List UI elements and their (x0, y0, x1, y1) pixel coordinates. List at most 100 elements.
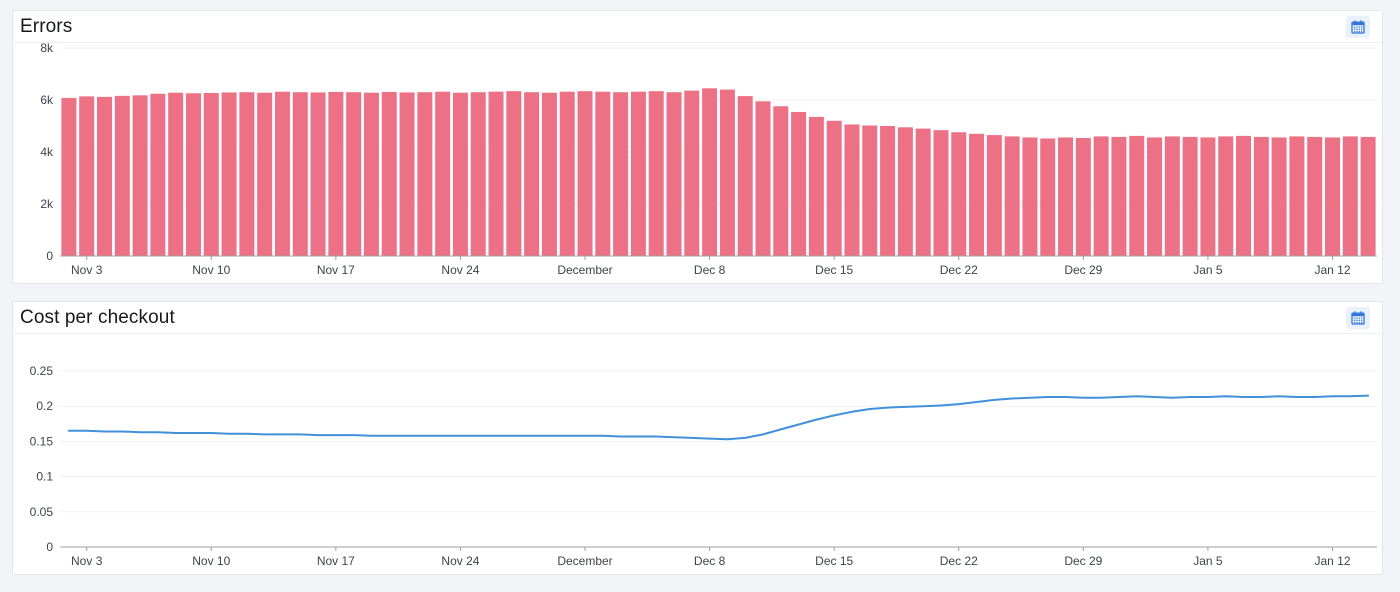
bar[interactable] (1076, 138, 1091, 256)
bar[interactable] (1307, 137, 1322, 256)
bar[interactable] (631, 92, 646, 256)
bar[interactable] (346, 92, 361, 256)
y-tick-label: 0.15 (30, 434, 54, 448)
bar[interactable] (755, 101, 770, 256)
bar[interactable] (844, 124, 859, 256)
bar[interactable] (435, 92, 450, 256)
bar[interactable] (417, 92, 432, 256)
bar[interactable] (257, 93, 272, 256)
bar[interactable] (275, 92, 290, 256)
bar[interactable] (827, 121, 842, 256)
x-tick-label: Dec 22 (940, 263, 978, 277)
bar[interactable] (150, 94, 165, 256)
bar[interactable] (471, 92, 486, 256)
bar[interactable] (489, 92, 504, 256)
bar[interactable] (1236, 136, 1251, 256)
bar[interactable] (1022, 137, 1037, 256)
bar[interactable] (79, 96, 94, 256)
y-tick-label: 0 (46, 540, 53, 554)
errors-calendar-button[interactable] (1346, 16, 1370, 38)
bar[interactable] (738, 96, 753, 256)
x-tick-label: Nov 17 (317, 554, 355, 568)
bar[interactable] (1289, 136, 1304, 256)
bar[interactable] (702, 88, 717, 256)
y-tick-label: 8k (40, 43, 54, 55)
bar[interactable] (649, 91, 664, 256)
bar[interactable] (1361, 137, 1376, 256)
bar[interactable] (578, 91, 593, 256)
y-tick-label: 0.05 (30, 505, 54, 519)
bar[interactable] (61, 98, 76, 256)
bar[interactable] (1094, 136, 1109, 256)
bar[interactable] (364, 93, 379, 256)
bar[interactable] (1129, 136, 1144, 256)
bar[interactable] (1272, 137, 1287, 256)
bar[interactable] (524, 92, 539, 256)
bar[interactable] (168, 93, 183, 256)
cost-per-checkout-chart[interactable]: 00.050.10.150.20.25Nov 3Nov 10Nov 17Nov … (13, 334, 1382, 574)
bar[interactable] (595, 92, 610, 256)
y-tick-label: 0 (46, 249, 53, 263)
line-chart-canvas[interactable]: 00.050.10.150.20.25Nov 3Nov 10Nov 17Nov … (13, 334, 1382, 574)
y-tick-label: 0.2 (36, 399, 53, 413)
bar[interactable] (1200, 137, 1215, 256)
bar[interactable] (133, 95, 148, 256)
bar[interactable] (453, 93, 468, 256)
bar[interactable] (506, 91, 521, 256)
bar[interactable] (382, 92, 397, 256)
bar[interactable] (1183, 137, 1198, 256)
x-tick-label: Nov 10 (192, 554, 230, 568)
x-tick-label: December (557, 554, 612, 568)
bar[interactable] (542, 93, 557, 256)
bar[interactable] (1325, 137, 1340, 256)
bar[interactable] (667, 92, 682, 256)
x-tick-label: Nov 24 (441, 554, 479, 568)
bar[interactable] (1254, 137, 1269, 256)
bar[interactable] (720, 90, 735, 256)
bar[interactable] (204, 93, 219, 256)
bar[interactable] (880, 126, 895, 256)
bar[interactable] (1165, 136, 1180, 256)
bar[interactable] (115, 96, 130, 256)
x-tick-label: Dec 15 (815, 263, 853, 277)
bar[interactable] (311, 92, 326, 256)
bar[interactable] (916, 129, 931, 256)
bar[interactable] (933, 130, 948, 256)
bar[interactable] (951, 132, 966, 256)
bar[interactable] (239, 92, 254, 256)
bar[interactable] (898, 127, 913, 256)
y-tick-label: 4k (40, 145, 54, 159)
panel-errors: Errors 02k4k6k8kNov 3Nov 10Nov 17Nov 24D… (12, 10, 1383, 284)
bar[interactable] (328, 92, 343, 256)
bar[interactable] (1147, 137, 1162, 256)
errors-chart[interactable]: 02k4k6k8kNov 3Nov 10Nov 17Nov 24December… (13, 43, 1382, 283)
bar[interactable] (809, 117, 824, 256)
bar[interactable] (1040, 138, 1055, 256)
bar[interactable] (969, 134, 984, 256)
bar[interactable] (1343, 136, 1358, 256)
calendar-icon (1350, 19, 1366, 35)
bar[interactable] (1218, 136, 1233, 256)
bar[interactable] (222, 92, 237, 256)
bar[interactable] (186, 93, 201, 256)
bar[interactable] (400, 92, 415, 256)
bar[interactable] (613, 92, 628, 256)
bar[interactable] (684, 91, 699, 256)
cost-calendar-button[interactable] (1346, 307, 1370, 329)
bar[interactable] (791, 112, 806, 256)
x-tick-label: Jan 12 (1314, 554, 1350, 568)
bar[interactable] (560, 92, 575, 256)
line-series[interactable] (69, 396, 1368, 440)
bar[interactable] (1111, 137, 1126, 256)
bar-chart-canvas[interactable]: 02k4k6k8kNov 3Nov 10Nov 17Nov 24December… (13, 43, 1382, 283)
x-tick-label: Dec 22 (940, 554, 978, 568)
bar[interactable] (1005, 136, 1020, 256)
bar[interactable] (773, 106, 788, 256)
bar[interactable] (293, 92, 308, 256)
y-tick-label: 6k (40, 93, 54, 107)
bar[interactable] (862, 125, 877, 256)
bar[interactable] (97, 97, 112, 256)
bar[interactable] (987, 135, 1002, 256)
x-tick-label: December (557, 263, 612, 277)
bar[interactable] (1058, 137, 1073, 256)
